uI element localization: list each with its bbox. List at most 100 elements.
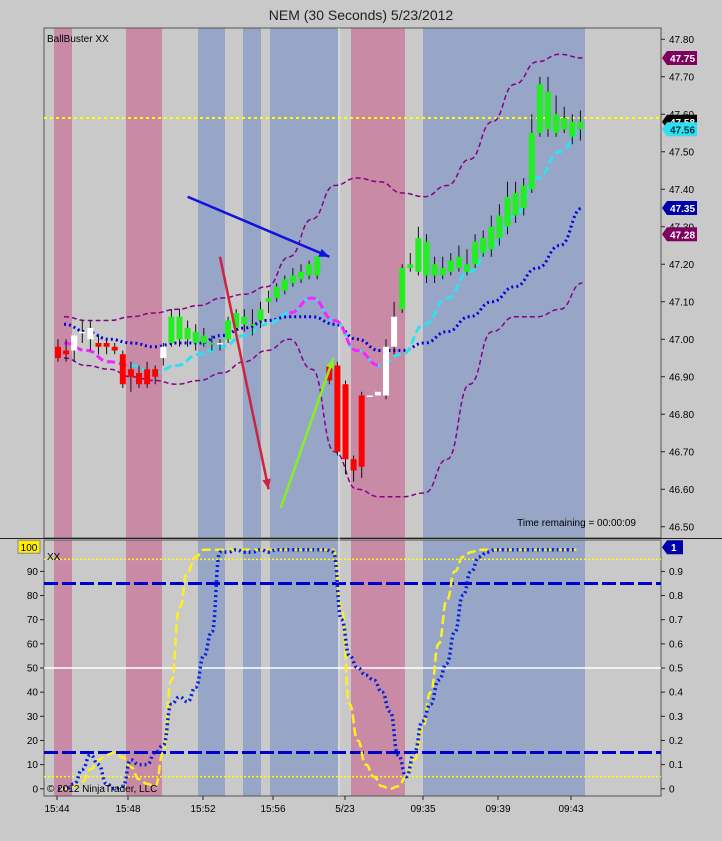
candle-body (241, 316, 248, 325)
oscillator-left-tick-label: 60 (27, 639, 39, 650)
candle-body (504, 196, 511, 227)
chart-title: NEM (30 Seconds) 5/23/2012 (269, 7, 454, 23)
candle-body (103, 343, 110, 347)
price-band-1 (126, 28, 162, 538)
candle-body (415, 238, 422, 272)
candle-body (71, 335, 78, 351)
oscillator-right-tick-label: 0.2 (669, 736, 683, 747)
candle-body (217, 343, 223, 345)
candle-body (152, 369, 159, 377)
oscillator-right-tick-label: 0.8 (669, 591, 683, 602)
candle-body (399, 268, 406, 310)
x-axis-tick-label: 5/23 (335, 804, 355, 815)
candle-body (569, 121, 576, 137)
oscillator-right-tick-label: 0.3 (669, 712, 683, 723)
x-axis-tick-label: 15:52 (190, 804, 215, 815)
oscillator-right-tick-label: 0.6 (669, 639, 683, 650)
candle-body (273, 286, 280, 298)
oscillator-right-tick-label: 0.5 (669, 664, 683, 675)
oscillator-left-marker-label: 100 (21, 543, 38, 554)
candle-body (464, 264, 470, 272)
price-marker-label-2: 47.56 (670, 125, 695, 136)
candle-body (358, 395, 365, 467)
oscillator-indicator-label: XX (47, 552, 61, 563)
candle-body (111, 346, 118, 351)
oscillator-right-tick-label: 0.7 (669, 615, 683, 626)
price-axis-tick-label: 47.70 (669, 72, 694, 83)
price-marker-label-4: 47.28 (670, 230, 695, 241)
price-axis-tick-label: 47.80 (669, 35, 694, 46)
candle-body (168, 316, 175, 343)
candle-body (225, 320, 232, 340)
oscillator-right-tick-label: 0.1 (669, 760, 683, 771)
x-axis-tick-label: 15:44 (44, 804, 69, 815)
oscillator-left-tick-label: 40 (27, 688, 39, 699)
oscillator-left-tick-label: 50 (27, 664, 39, 675)
candle-body (488, 226, 495, 250)
price-band-2 (198, 28, 225, 538)
candle-body (512, 193, 519, 216)
candle-body (553, 114, 560, 133)
candle-body (407, 264, 414, 268)
candle-body (447, 260, 454, 272)
x-axis-tick-label: 09:35 (410, 804, 435, 815)
session-bands (54, 28, 585, 538)
candle-body (520, 185, 527, 208)
x-axis-tick-label: 15:56 (260, 804, 285, 815)
candle-body (200, 335, 207, 343)
candle-body (306, 264, 313, 276)
candle-body (480, 238, 487, 253)
oscillator-right-tick-label: 0.9 (669, 567, 683, 578)
candle-body (528, 133, 535, 190)
candle-body (334, 365, 341, 452)
candle-body (144, 369, 151, 385)
oscillator-left-tick-label: 10 (27, 760, 39, 771)
oscillator-left-tick-label: 30 (27, 712, 39, 723)
candle-body (249, 324, 256, 326)
candle-body (95, 343, 102, 347)
candle-body (257, 309, 264, 321)
price-indicator-label: BallBuster XX (47, 34, 109, 45)
candle-body (496, 215, 503, 238)
candle-body (184, 328, 191, 340)
candle-body (431, 264, 438, 276)
oscillator-right-tick-label: 0.4 (669, 688, 683, 699)
oscillator-right-tick-label: 0 (669, 784, 675, 795)
x-axis-tick-label: 09:43 (558, 804, 583, 815)
price-marker-label-3: 47.35 (670, 204, 695, 215)
price-marker-label-0: 47.75 (670, 54, 695, 65)
price-axis-tick-label: 46.90 (669, 372, 694, 383)
candle-body (208, 343, 215, 345)
candle-body (455, 256, 462, 268)
oscillator-right-marker-label: 1 (671, 543, 677, 554)
price-axis-tick-label: 46.60 (669, 485, 694, 496)
candle-body (79, 331, 86, 334)
candle-body (281, 279, 288, 291)
oscillator-left-tick-label: 70 (27, 615, 39, 626)
candle-body (472, 241, 479, 265)
price-axis-tick-label: 47.50 (669, 147, 694, 158)
candle-body (55, 346, 61, 358)
candle-body (160, 346, 167, 358)
price-band-4 (270, 28, 338, 538)
time-remaining-label: Time remaining = 00:00:09 (517, 518, 636, 529)
candle-body (289, 275, 296, 283)
x-axis-tick-label: 15:48 (115, 804, 140, 815)
candle-body (192, 331, 199, 343)
x-axis-tick-label: 09:39 (485, 804, 510, 815)
candle-body (136, 373, 142, 385)
candle-body (63, 350, 70, 355)
price-axis-tick-label: 46.50 (669, 522, 694, 533)
candle-body (374, 391, 381, 396)
candle-body (366, 395, 373, 397)
candle-body (350, 459, 357, 471)
candle-body (298, 271, 304, 280)
candle-body (391, 316, 398, 347)
price-axis-tick-label: 46.70 (669, 447, 694, 458)
candle-body (545, 91, 551, 130)
price-axis-tick-label: 47.00 (669, 335, 694, 346)
candle-body (383, 346, 389, 396)
candle-body (577, 121, 584, 130)
price-axis-tick-label: 47.10 (669, 297, 694, 308)
price-band-6 (423, 28, 585, 538)
